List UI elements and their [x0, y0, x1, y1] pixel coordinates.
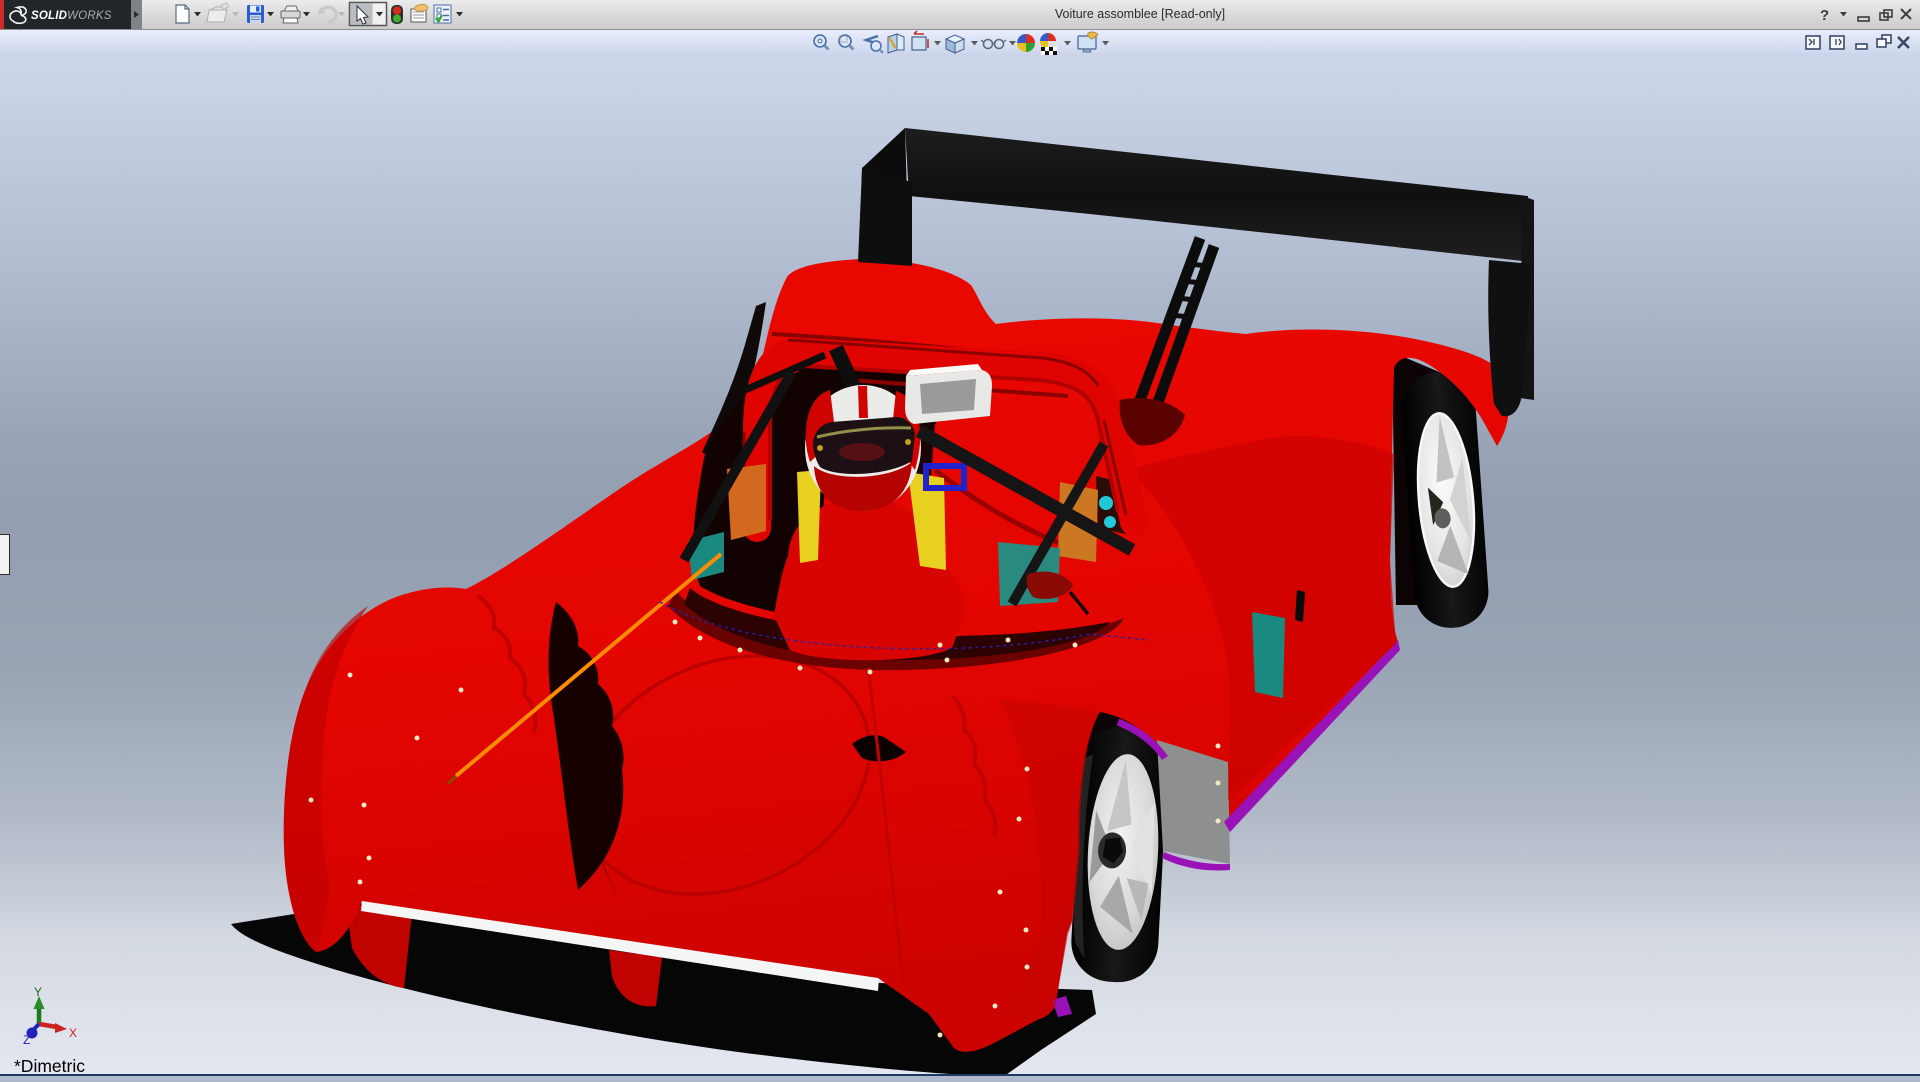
svg-text:SOLIDWORKS: SOLIDWORKS	[31, 10, 112, 22]
svg-text:X: X	[69, 1026, 77, 1040]
svg-text:?: ?	[1820, 7, 1829, 24]
svg-text:Z: Z	[23, 1033, 30, 1047]
svg-text:Y: Y	[34, 985, 42, 999]
